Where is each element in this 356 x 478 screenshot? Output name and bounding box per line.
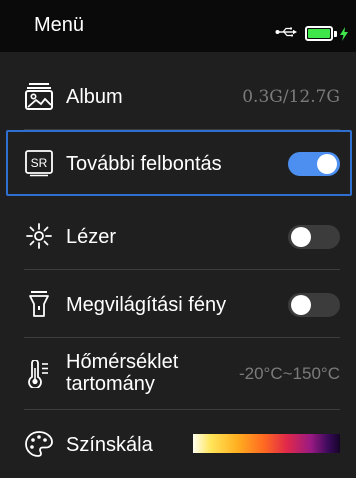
- menu-item-temperature-range[interactable]: Hőmérséklet tartomány -20°C~150°C: [0, 338, 356, 410]
- temperature-range-value: -20°C~150°C: [238, 364, 340, 383]
- menu-item-album[interactable]: Album 0.3G/12.7G: [0, 62, 356, 130]
- laser-toggle[interactable]: [288, 225, 340, 249]
- menu-item-super-resolution[interactable]: SR További felbontás: [0, 130, 356, 198]
- sr-icon: SR: [25, 150, 53, 177]
- storage-usage-value: 0.3G/12.7G: [242, 87, 340, 107]
- album-image-icon: [25, 83, 53, 110]
- menu-item-light[interactable]: Megvilágítási fény: [0, 270, 356, 338]
- battery-charging-icon: [305, 26, 337, 41]
- light-label: Megvilágítási fény: [66, 294, 227, 316]
- album-label: Album: [66, 86, 123, 108]
- laser-label: Lézer: [66, 226, 117, 248]
- flashlight-icon: [29, 291, 49, 317]
- header-bar: Menü: [0, 0, 356, 52]
- page-title: Menü: [34, 14, 85, 36]
- color-palette-gradient[interactable]: [193, 434, 340, 453]
- temperature-range-label: Hőmérséklet tartomány: [66, 351, 178, 395]
- super-resolution-toggle[interactable]: [288, 152, 340, 176]
- temperature-label-line2: tartomány: [66, 373, 155, 395]
- charging-bolt-icon: [340, 27, 348, 41]
- laser-icon: [26, 223, 52, 249]
- temperature-label-line1: Hőmérséklet: [66, 351, 179, 373]
- super-resolution-label: További felbontás: [66, 153, 222, 175]
- thermometer-icon: [28, 360, 48, 388]
- light-toggle[interactable]: [288, 293, 340, 317]
- palette-icon: [25, 431, 53, 457]
- usb-icon: [275, 27, 297, 37]
- svg-text:SR: SR: [31, 156, 48, 170]
- palette-label: Színskála: [66, 434, 153, 456]
- menu-item-laser[interactable]: Lézer: [0, 202, 356, 270]
